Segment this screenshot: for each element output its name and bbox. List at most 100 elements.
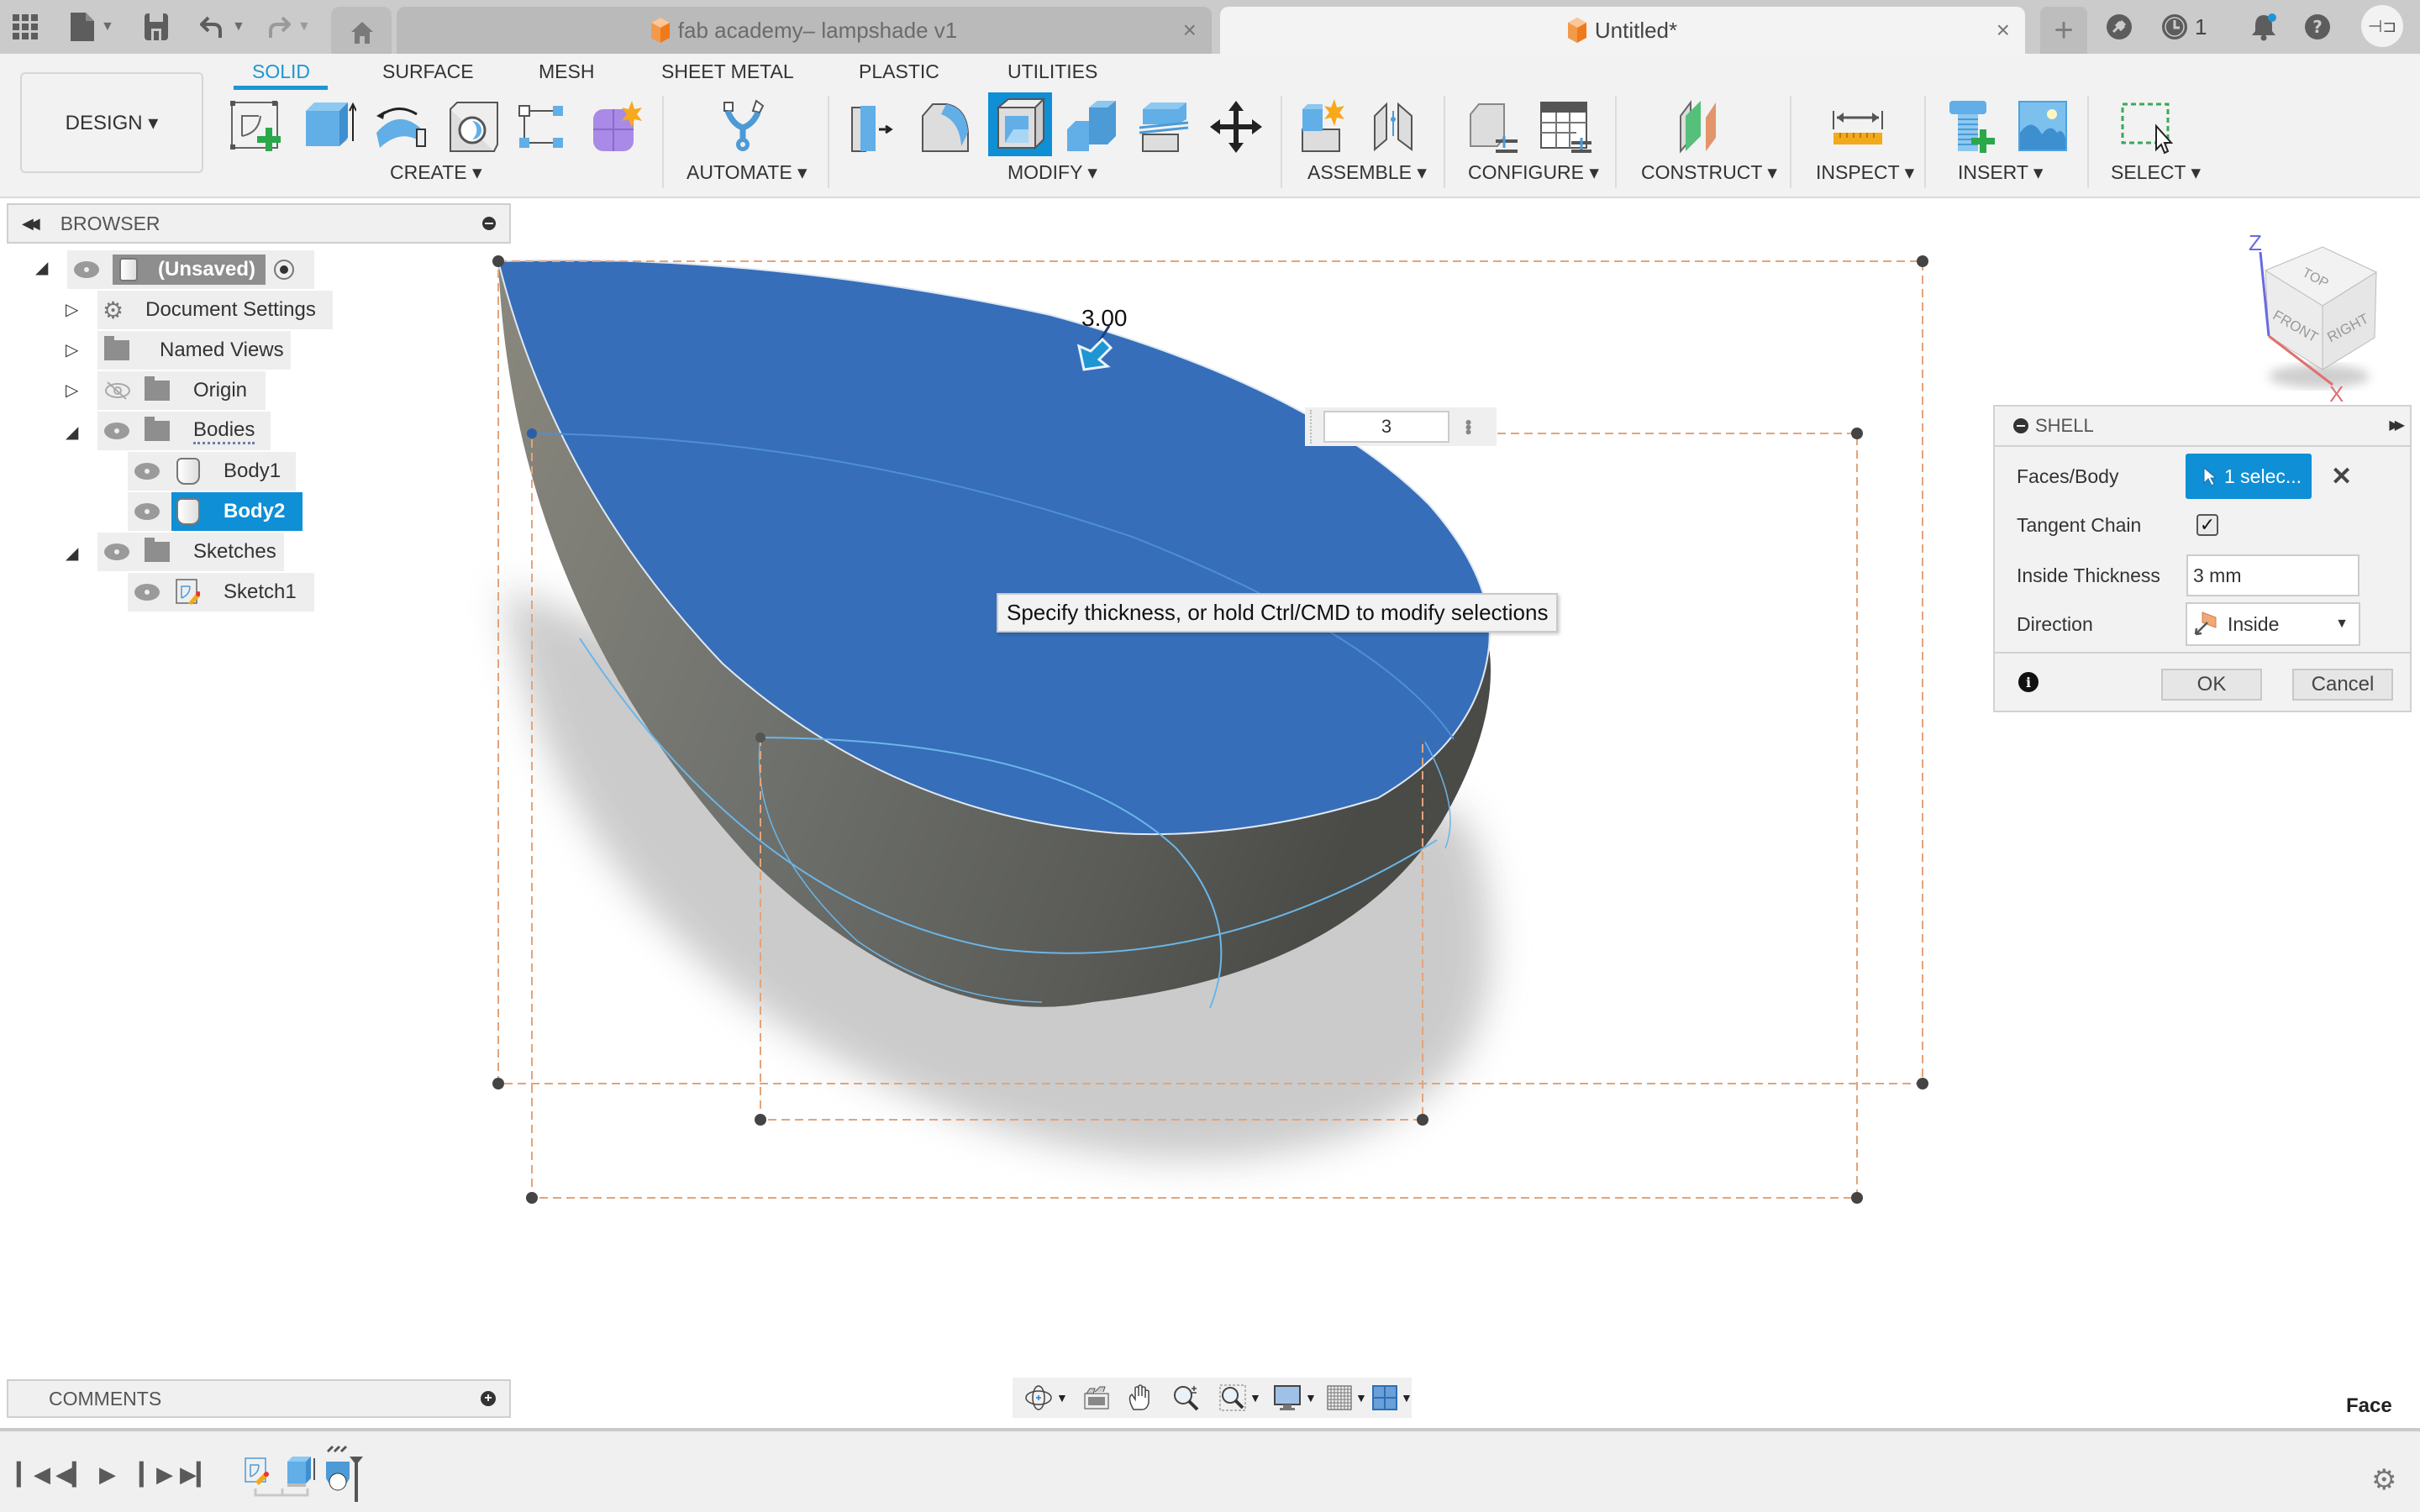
hidden-eye-icon[interactable] [104, 381, 131, 401]
browser-item-sketch1[interactable]: Sketch1 [128, 573, 314, 612]
visibility-eye-icon[interactable] [74, 261, 99, 278]
expand-toggle-origin[interactable]: ▷ [66, 380, 78, 401]
step-forward-icon[interactable]: ▎▶ [139, 1462, 173, 1487]
browser-item-origin[interactable]: Origin [97, 371, 266, 410]
item-label: Sketch1 [224, 580, 297, 603]
inside-thickness-input[interactable] [2186, 554, 2360, 596]
zoom-button[interactable] [1172, 1384, 1201, 1411]
browser-item-sketches[interactable]: Sketches [97, 533, 284, 571]
direction-dropdown[interactable]: Inside ▼ [2186, 602, 2360, 646]
step-back-icon[interactable]: ◀▎ [55, 1462, 89, 1487]
dialog-title: SHELL [2035, 415, 2094, 436]
display-settings-button[interactable]: ▼ [1273, 1384, 1317, 1411]
drag-grip[interactable] [1310, 410, 1315, 444]
item-label: Named Views [160, 339, 284, 361]
chevron-down-icon: ▼ [2335, 617, 2349, 631]
info-icon[interactable]: i [2018, 672, 2039, 692]
browser-item-body1[interactable]: Body1 [128, 452, 296, 491]
zoom-window-button[interactable]: ▼ [1219, 1384, 1261, 1411]
view-cube[interactable]: Z X TOP FRONT RIGHT [2235, 227, 2386, 403]
minimize-panel-icon[interactable] [482, 217, 496, 230]
pan-hand-icon [1128, 1384, 1150, 1410]
activate-radio[interactable] [274, 260, 294, 280]
cursor-arrow-icon [2203, 466, 2217, 486]
folder-icon [104, 336, 129, 360]
chevron-down-icon: ▼ [1249, 1391, 1261, 1404]
thickness-dimension-label: 3.00 [1081, 305, 1128, 331]
timeline-extrude-feature[interactable] [286, 1455, 316, 1488]
display-monitor-icon [1274, 1385, 1301, 1410]
collapse-dialog-icon[interactable] [2013, 418, 2028, 433]
multiple-viewports-icon [1372, 1385, 1397, 1410]
go-to-end-icon[interactable]: ▶▎ [180, 1462, 213, 1487]
play-icon[interactable]: ▶ [99, 1462, 116, 1487]
chevron-down-icon: ▼ [1401, 1391, 1413, 1404]
chevron-down-icon: ▼ [1305, 1391, 1317, 1404]
pan-button[interactable] [1127, 1384, 1152, 1411]
expand-toggle-sketches[interactable]: ◢ [66, 543, 78, 564]
orbit-icon [1025, 1385, 1052, 1410]
tangent-chain-label: Tangent Chain [2017, 513, 2142, 536]
selection-count: 1 selec... [2224, 465, 2302, 487]
timeline-shell-feature[interactable] [324, 1445, 375, 1504]
grid-settings-button[interactable]: ▼ [1327, 1384, 1367, 1411]
expand-toggle-document-settings[interactable]: ▷ [66, 299, 78, 320]
item-label: Bodies [193, 418, 255, 444]
browser-item-document-settings[interactable]: ⚙ Document Settings [97, 291, 333, 329]
collapse-browser-icon[interactable]: ◀◀ [22, 215, 40, 233]
zoom-window-icon [1219, 1384, 1246, 1411]
axis-x-label: X [2329, 381, 2344, 403]
visibility-eye-icon[interactable] [134, 463, 160, 480]
timeline-settings-gear-icon[interactable]: ⚙ [2371, 1463, 2396, 1497]
folder-icon [145, 538, 170, 562]
clear-selection-icon[interactable]: ✕ [2331, 462, 2352, 491]
shell-dialog-header: SHELL ▶▶ [1995, 407, 2410, 447]
expand-dialog-icon[interactable]: ▶▶ [2389, 417, 2404, 433]
expand-toggle-root[interactable]: ◢ [35, 257, 48, 278]
shell-dialog-footer: i OK Cancel [1995, 652, 2410, 711]
navigation-toolbar: ▼ ▼ ▼ ▼ ▼ [1013, 1378, 1413, 1418]
expand-toggle-named-views[interactable]: ▷ [66, 339, 78, 360]
visibility-eye-icon[interactable] [104, 423, 129, 439]
item-label: Sketches [193, 540, 276, 563]
faces-body-selection-button[interactable]: 1 selec... [2186, 454, 2312, 499]
look-at-button[interactable] [1083, 1384, 1110, 1411]
body-icon [176, 458, 200, 485]
browser-root-item[interactable]: (Unsaved) [67, 250, 314, 289]
zoom-icon [1174, 1386, 1199, 1411]
inside-thickness-row: Inside Thickness [1995, 553, 2410, 598]
item-label: Body2 [224, 500, 286, 522]
hint-tooltip: Specify thickness, or hold Ctrl/CMD to m… [997, 593, 1559, 633]
root-label: (Unsaved) [158, 258, 256, 281]
more-options-icon[interactable]: ••• [1458, 419, 1479, 433]
visibility-eye-icon[interactable] [104, 543, 129, 560]
browser-item-bodies[interactable]: Bodies [97, 412, 271, 450]
axis-z-label: Z [2249, 230, 2262, 255]
inside-thickness-label: Inside Thickness [2017, 564, 2160, 586]
selection-filter-status: Face [2346, 1394, 2392, 1417]
add-comment-icon[interactable]: + [481, 1391, 496, 1406]
viewports-button[interactable]: ▼ [1372, 1384, 1413, 1411]
browser-item-named-views[interactable]: Named Views [97, 331, 291, 370]
visibility-eye-icon[interactable] [134, 503, 160, 520]
item-label: Document Settings [145, 298, 316, 321]
selected-highlight: Body2 [171, 492, 302, 531]
direction-row: Direction Inside ▼ [1995, 601, 2410, 647]
comments-title: COMMENTS [49, 1387, 162, 1410]
look-at-icon [1084, 1386, 1109, 1410]
item-label: Body1 [224, 459, 281, 482]
visibility-eye-icon[interactable] [134, 584, 160, 601]
cancel-button[interactable]: Cancel [2292, 669, 2393, 701]
faces-body-row: Faces/Body 1 selec... ✕ [1995, 454, 2410, 499]
orbit-button[interactable]: ▼ [1024, 1384, 1068, 1411]
ok-button[interactable]: OK [2161, 669, 2262, 701]
shell-dialog: SHELL ▶▶ Faces/Body 1 selec... ✕ Tangent… [1993, 405, 2412, 712]
tangent-chain-checkbox[interactable]: ✓ [2196, 514, 2218, 536]
checkmark-icon: ✓ [2199, 514, 2216, 535]
direction-inside-icon [2194, 612, 2217, 636]
faces-body-label: Faces/Body [2017, 465, 2119, 487]
browser-item-body2[interactable]: Body2 [128, 492, 302, 531]
expand-toggle-bodies[interactable]: ◢ [66, 422, 78, 443]
go-to-start-icon[interactable]: ▎◀ [17, 1462, 50, 1487]
thickness-inline-input[interactable] [1323, 411, 1449, 443]
